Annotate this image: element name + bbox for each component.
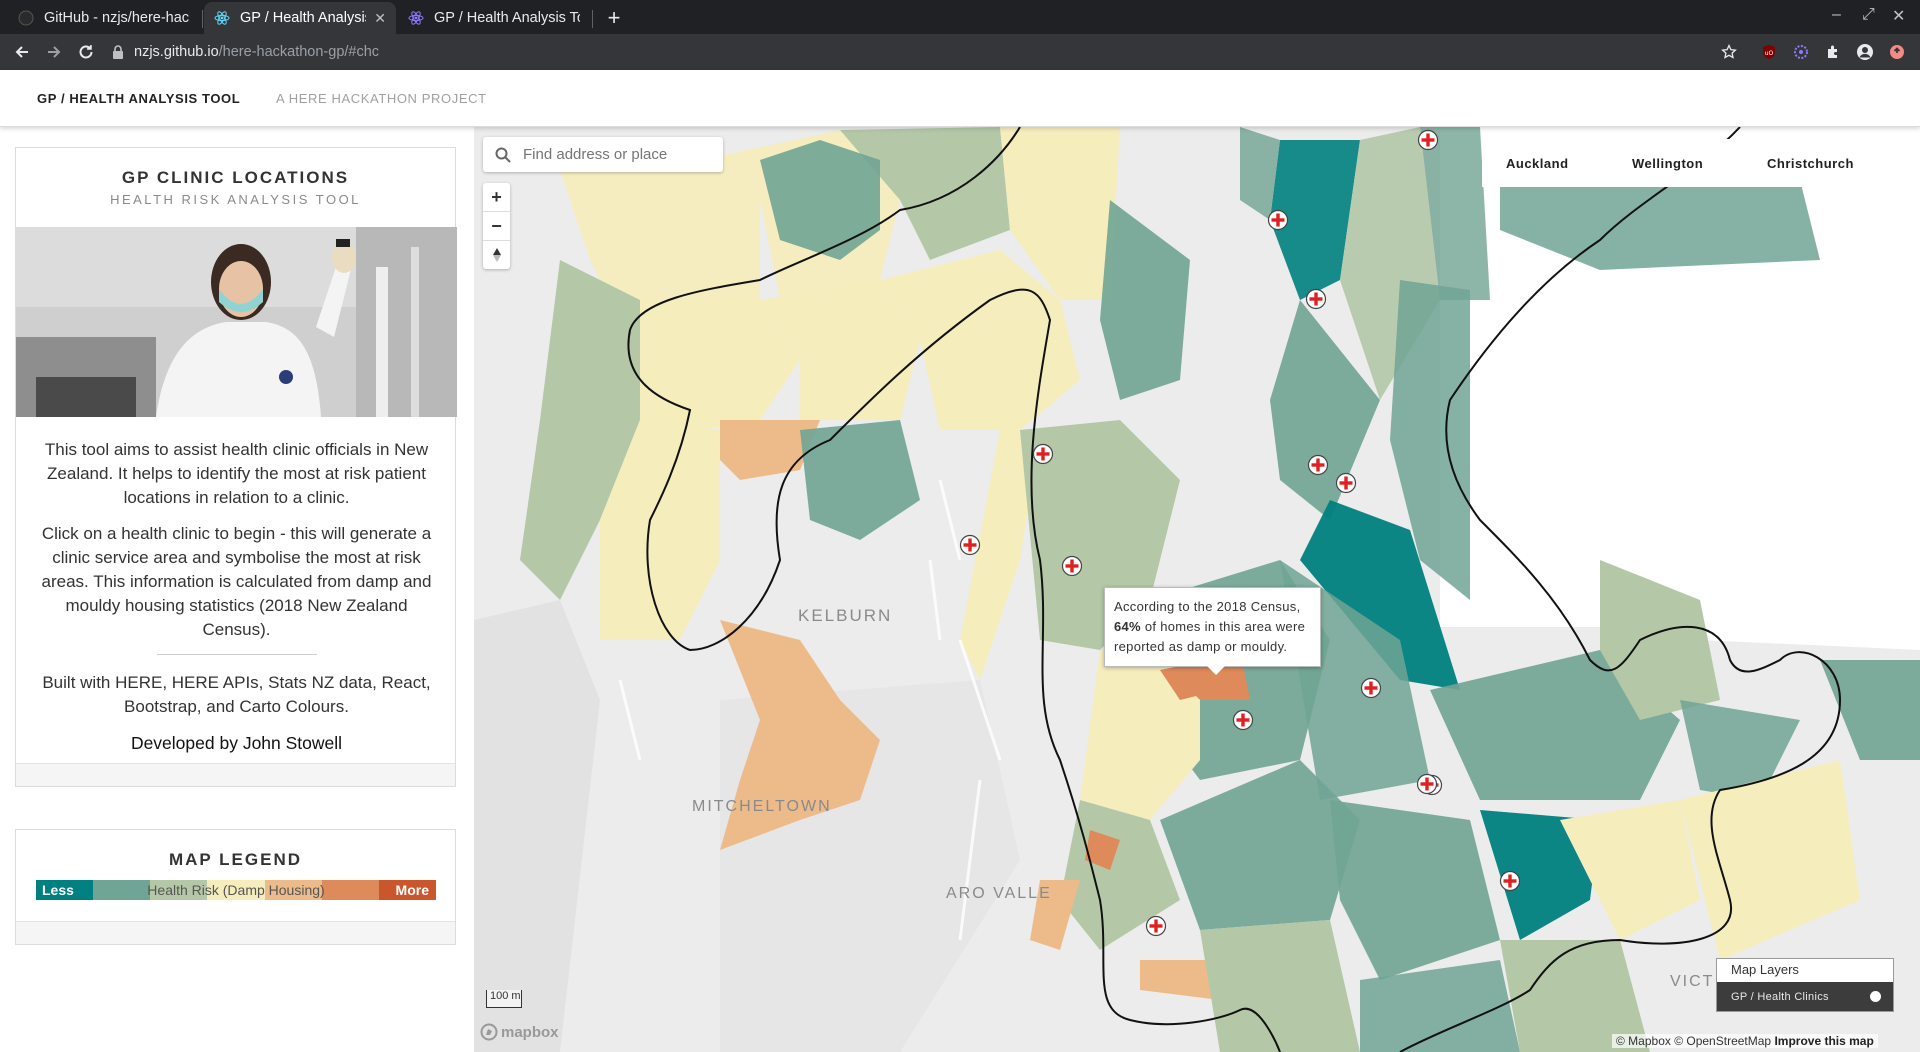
legend-card: MAP LEGEND Less Health Risk (Damp Housin… xyxy=(15,829,456,945)
legend-more-label: More xyxy=(395,882,429,898)
url-path: /here-hackathon-gp/#chc xyxy=(218,44,380,60)
city-auckland-button[interactable]: Auckland xyxy=(1506,156,1569,171)
clinic-marker[interactable] xyxy=(1061,555,1083,577)
city-selector: Auckland Wellington Christchurch xyxy=(1482,139,1906,187)
clinic-marker[interactable] xyxy=(1145,915,1167,937)
map-attribution: © Mapbox © OpenStreetMap Improve this ma… xyxy=(1612,1034,1878,1048)
info-card: GP CLINIC LOCATIONS HEALTH RISK ANALYSIS… xyxy=(15,147,457,787)
clinic-marker[interactable] xyxy=(1032,443,1054,465)
clinic-marker[interactable] xyxy=(1416,773,1438,795)
tab-title: GP / Health Analysis Tool xyxy=(434,10,580,26)
layer-toggle-row[interactable]: GP / Health Clinics xyxy=(1717,982,1893,1011)
address-bar[interactable]: nzjs.github.io/here-hackathon-gp/#chc xyxy=(112,37,1722,67)
victoria-label: VICT xyxy=(1670,973,1714,990)
info-card-footer xyxy=(16,763,455,786)
census-tooltip: According to the 2018 Census, 64% of hom… xyxy=(1104,587,1321,675)
kelburn-label: KELBURN xyxy=(798,606,892,625)
react-devtools-icon[interactable] xyxy=(1790,41,1812,63)
geocoder-search[interactable] xyxy=(483,137,723,172)
clinic-marker[interactable] xyxy=(1417,129,1439,151)
divider xyxy=(156,654,317,655)
back-arrow-icon xyxy=(15,46,28,58)
tab-title: GP / Health Analysis Tool xyxy=(240,10,366,26)
mapbox-logo[interactable]: mapbox xyxy=(480,1023,559,1041)
attribution-text[interactable]: © Mapbox © OpenStreetMap xyxy=(1616,1034,1771,1048)
tooltip-prefix: According to the 2018 Census, xyxy=(1114,599,1301,614)
tooltip-value: 64% xyxy=(1114,619,1141,634)
reload-button[interactable] xyxy=(74,40,98,64)
close-window-icon[interactable]: ✕ xyxy=(1892,6,1905,26)
mitcheltown-label: MITCHELTOWN xyxy=(692,798,832,815)
ublock-icon[interactable]: uO xyxy=(1758,41,1780,63)
tab-separator xyxy=(202,10,203,28)
navbar-project-link[interactable]: A HERE HACKATHON PROJECT xyxy=(276,91,487,106)
mapbox-logo-icon xyxy=(480,1023,498,1041)
update-alert-icon[interactable] xyxy=(1886,41,1908,63)
extensions-puzzle-icon[interactable] xyxy=(1822,41,1844,63)
restore-icon[interactable]: ⤢ xyxy=(1862,6,1875,24)
reload-icon xyxy=(79,45,93,59)
clinic-marker[interactable] xyxy=(1307,454,1329,476)
scale-bar: 100 m xyxy=(486,990,522,1008)
bookmark-star-icon[interactable] xyxy=(1718,41,1740,63)
navbar-brand[interactable]: GP / HEALTH ANALYSIS TOOL xyxy=(37,91,240,106)
intro-paragraph: This tool aims to assist health clinic o… xyxy=(44,440,429,507)
instructions-paragraph: Click on a health clinic to begin - this… xyxy=(41,524,432,639)
layer-name: GP / Health Clinics xyxy=(1731,990,1829,1003)
forward-arrow-icon xyxy=(48,46,61,58)
clinic-marker[interactable] xyxy=(1335,472,1357,494)
legend-description: Health Risk (Damp Housing) xyxy=(147,882,325,898)
profile-avatar-icon[interactable] xyxy=(1854,41,1876,63)
clinic-marker[interactable] xyxy=(1232,709,1254,731)
developer-credit: Developed by John Stowell xyxy=(130,733,343,753)
legend-card-footer xyxy=(16,921,455,944)
layer-toggle-switch[interactable] xyxy=(1870,991,1881,1002)
compass-button[interactable] xyxy=(483,241,510,269)
credits-paragraph: Built with HERE, HERE APIs, Stats NZ dat… xyxy=(42,673,431,716)
back-button[interactable] xyxy=(10,40,34,64)
browser-tab-github[interactable]: GitHub - nzjs/here-hackat xyxy=(8,2,200,34)
info-description: This tool aims to assist health clinic o… xyxy=(36,438,437,767)
city-christchurch-button[interactable]: Christchurch xyxy=(1767,156,1854,171)
url-host: nzjs.github.io xyxy=(134,44,219,60)
react-icon xyxy=(214,10,230,26)
improve-map-link[interactable]: Improve this map xyxy=(1774,1034,1873,1048)
minimize-icon[interactable]: – xyxy=(1832,6,1841,24)
tooltip-suffix: of homes in this area were reported as d… xyxy=(1114,619,1306,654)
zoom-control: + − xyxy=(483,183,510,269)
aro-valley-label: ARO VALLE xyxy=(946,885,1052,902)
compass-icon xyxy=(492,248,501,262)
new-tab-button[interactable]: + xyxy=(600,4,628,32)
tab-separator xyxy=(592,10,593,28)
lock-icon xyxy=(112,45,124,59)
browser-tab-gp[interactable]: GP / Health Analysis Tool xyxy=(398,2,590,34)
search-icon xyxy=(495,147,511,163)
browser-toolbar: nzjs.github.io/here-hackathon-gp/#chc uO xyxy=(0,34,1920,70)
tab-title: GitHub - nzjs/here-hackat xyxy=(44,10,190,26)
info-card-subtitle: HEALTH RISK ANALYSIS TOOL xyxy=(110,192,361,207)
zoom-in-button[interactable]: + xyxy=(483,183,510,212)
clinic-marker[interactable] xyxy=(1360,677,1382,699)
search-input[interactable] xyxy=(521,145,715,164)
github-icon xyxy=(18,10,34,26)
browser-tab-gp-active[interactable]: GP / Health Analysis Tool ✕ xyxy=(204,2,396,34)
clinic-marker[interactable] xyxy=(959,534,981,556)
browser-tab-strip: GitHub - nzjs/here-hackat GP / Health An… xyxy=(0,0,1920,34)
react-icon xyxy=(408,10,424,26)
map-layers-panel: Map Layers GP / Health Clinics xyxy=(1716,958,1894,1012)
close-tab-icon[interactable]: ✕ xyxy=(374,10,386,27)
legend-title: MAP LEGEND xyxy=(168,850,303,869)
svg-text:uO: uO xyxy=(1765,50,1774,57)
app-navbar: GP / HEALTH ANALYSIS TOOL A HERE HACKATH… xyxy=(0,70,1920,127)
health-worker-photo xyxy=(16,227,457,417)
info-card-title: GP CLINIC LOCATIONS xyxy=(121,168,350,187)
zoom-out-button[interactable]: − xyxy=(483,212,510,241)
map-layers-title: Map Layers xyxy=(1731,962,1799,977)
clinic-marker[interactable] xyxy=(1267,209,1289,231)
mapbox-logo-text: mapbox xyxy=(501,1023,559,1041)
clinic-marker[interactable] xyxy=(1305,288,1327,310)
forward-button[interactable] xyxy=(42,40,66,64)
city-wellington-button[interactable]: Wellington xyxy=(1632,156,1703,171)
clinic-marker[interactable] xyxy=(1499,870,1521,892)
